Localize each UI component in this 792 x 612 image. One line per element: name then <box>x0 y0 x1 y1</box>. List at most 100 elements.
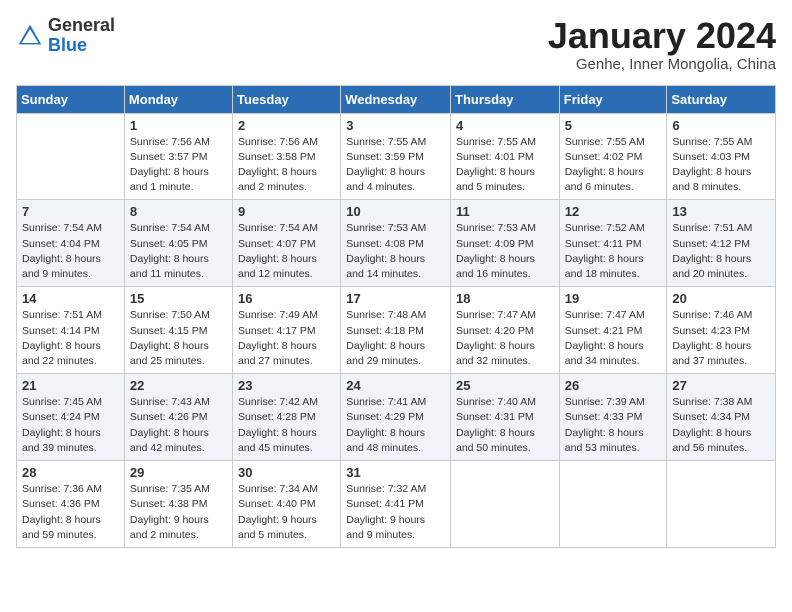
day-info: Sunrise: 7:36 AM Sunset: 4:36 PM Dayligh… <box>22 482 119 543</box>
day-number: 10 <box>346 204 445 219</box>
day-info: Sunrise: 7:32 AM Sunset: 4:41 PM Dayligh… <box>346 482 445 543</box>
day-number: 2 <box>238 118 335 133</box>
day-info: Sunrise: 7:55 AM Sunset: 3:59 PM Dayligh… <box>346 135 445 196</box>
calendar-cell: 20 Sunrise: 7:46 AM Sunset: 4:23 PM Dayli… <box>667 287 776 374</box>
calendar-cell: 29 Sunrise: 7:35 AM Sunset: 4:38 PM Dayli… <box>124 461 232 548</box>
day-number: 22 <box>130 378 227 393</box>
title-block: January 2024 Genhe, Inner Mongolia, Chin… <box>548 16 776 73</box>
day-number: 13 <box>672 204 770 219</box>
calendar-cell: 24Sunrise: 7:41 AM Sunset: 4:29 PM Dayli… <box>341 374 451 461</box>
calendar-cell <box>667 461 776 548</box>
calendar-cell: 1 Sunrise: 7:56 AM Sunset: 3:57 PM Daylig… <box>124 113 232 200</box>
calendar-cell: 27Sunrise: 7:38 AM Sunset: 4:34 PM Dayli… <box>667 374 776 461</box>
day-info: Sunrise: 7:46 AM Sunset: 4:23 PM Dayligh… <box>672 308 770 369</box>
day-info: Sunrise: 7:39 AM Sunset: 4:33 PM Dayligh… <box>565 395 662 456</box>
day-info: Sunrise: 7:50 AM Sunset: 4:15 PM Dayligh… <box>130 308 227 369</box>
calendar-cell: 8Sunrise: 7:54 AM Sunset: 4:05 PM Daylig… <box>124 200 232 287</box>
day-info: Sunrise: 7:56 AM Sunset: 3:57 PM Dayligh… <box>130 135 227 196</box>
day-number: 11 <box>456 204 554 219</box>
day-info: Sunrise: 7:54 AM Sunset: 4:07 PM Dayligh… <box>238 221 335 282</box>
calendar-cell: 14 Sunrise: 7:51 AM Sunset: 4:14 PM Dayli… <box>17 287 125 374</box>
day-number: 17 <box>346 291 445 306</box>
calendar-cell: 28Sunrise: 7:36 AM Sunset: 4:36 PM Dayli… <box>17 461 125 548</box>
calendar-cell: 5Sunrise: 7:55 AM Sunset: 4:02 PM Daylig… <box>559 113 667 200</box>
calendar-cell: 21 Sunrise: 7:45 AM Sunset: 4:24 PM Dayli… <box>17 374 125 461</box>
day-info: Sunrise: 7:51 AM Sunset: 4:12 PM Dayligh… <box>672 221 770 282</box>
day-header-monday: Monday <box>124 85 232 113</box>
calendar-cell: 3Sunrise: 7:55 AM Sunset: 3:59 PM Daylig… <box>341 113 451 200</box>
week-row-3: 14 Sunrise: 7:51 AM Sunset: 4:14 PM Dayli… <box>17 287 776 374</box>
day-header-sunday: Sunday <box>17 85 125 113</box>
calendar-cell: 12 Sunrise: 7:52 AM Sunset: 4:11 PM Dayli… <box>559 200 667 287</box>
day-info: Sunrise: 7:49 AM Sunset: 4:17 PM Dayligh… <box>238 308 335 369</box>
day-info: Sunrise: 7:55 AM Sunset: 4:02 PM Dayligh… <box>565 135 662 196</box>
day-number: 6 <box>672 118 770 133</box>
day-number: 29 <box>130 465 227 480</box>
calendar-cell: 30 Sunrise: 7:34 AM Sunset: 4:40 PM Dayli… <box>233 461 341 548</box>
calendar-title: January 2024 <box>548 16 776 56</box>
calendar-cell: 22 Sunrise: 7:43 AM Sunset: 4:26 PM Dayli… <box>124 374 232 461</box>
calendar-cell: 16 Sunrise: 7:49 AM Sunset: 4:17 PM Dayli… <box>233 287 341 374</box>
day-header-tuesday: Tuesday <box>233 85 341 113</box>
day-number: 14 <box>22 291 119 306</box>
day-info: Sunrise: 7:40 AM Sunset: 4:31 PM Dayligh… <box>456 395 554 456</box>
week-row-1: 1 Sunrise: 7:56 AM Sunset: 3:57 PM Daylig… <box>17 113 776 200</box>
calendar-cell: 9Sunrise: 7:54 AM Sunset: 4:07 PM Daylig… <box>233 200 341 287</box>
day-info: Sunrise: 7:43 AM Sunset: 4:26 PM Dayligh… <box>130 395 227 456</box>
day-header-wednesday: Wednesday <box>341 85 451 113</box>
day-info: Sunrise: 7:51 AM Sunset: 4:14 PM Dayligh… <box>22 308 119 369</box>
day-info: Sunrise: 7:35 AM Sunset: 4:38 PM Dayligh… <box>130 482 227 543</box>
day-number: 25 <box>456 378 554 393</box>
day-info: Sunrise: 7:54 AM Sunset: 4:04 PM Dayligh… <box>22 221 119 282</box>
day-info: Sunrise: 7:48 AM Sunset: 4:18 PM Dayligh… <box>346 308 445 369</box>
day-header-thursday: Thursday <box>451 85 560 113</box>
day-header-saturday: Saturday <box>667 85 776 113</box>
day-number: 12 <box>565 204 662 219</box>
day-number: 20 <box>672 291 770 306</box>
day-info: Sunrise: 7:55 AM Sunset: 4:01 PM Dayligh… <box>456 135 554 196</box>
day-number: 26 <box>565 378 662 393</box>
day-info: Sunrise: 7:41 AM Sunset: 4:29 PM Dayligh… <box>346 395 445 456</box>
day-number: 4 <box>456 118 554 133</box>
day-number: 15 <box>130 291 227 306</box>
calendar-cell: 19Sunrise: 7:47 AM Sunset: 4:21 PM Dayli… <box>559 287 667 374</box>
calendar-cell <box>17 113 125 200</box>
day-number: 1 <box>130 118 227 133</box>
day-number: 8 <box>130 204 227 219</box>
logo-icon <box>16 22 44 50</box>
day-header-friday: Friday <box>559 85 667 113</box>
calendar-cell: 10 Sunrise: 7:53 AM Sunset: 4:08 PM Dayli… <box>341 200 451 287</box>
calendar-cell: 25 Sunrise: 7:40 AM Sunset: 4:31 PM Dayli… <box>451 374 560 461</box>
calendar-cell: 26 Sunrise: 7:39 AM Sunset: 4:33 PM Dayli… <box>559 374 667 461</box>
calendar-cell: 31 Sunrise: 7:32 AM Sunset: 4:41 PM Dayli… <box>341 461 451 548</box>
day-info: Sunrise: 7:56 AM Sunset: 3:58 PM Dayligh… <box>238 135 335 196</box>
day-info: Sunrise: 7:53 AM Sunset: 4:08 PM Dayligh… <box>346 221 445 282</box>
page-header: General Blue January 2024 Genhe, Inner M… <box>16 16 776 73</box>
day-info: Sunrise: 7:55 AM Sunset: 4:03 PM Dayligh… <box>672 135 770 196</box>
day-info: Sunrise: 7:47 AM Sunset: 4:20 PM Dayligh… <box>456 308 554 369</box>
week-row-4: 21 Sunrise: 7:45 AM Sunset: 4:24 PM Dayli… <box>17 374 776 461</box>
calendar-table: SundayMondayTuesdayWednesdayThursdayFrid… <box>16 85 776 548</box>
calendar-cell: 11 Sunrise: 7:53 AM Sunset: 4:09 PM Dayli… <box>451 200 560 287</box>
header-row: SundayMondayTuesdayWednesdayThursdayFrid… <box>17 85 776 113</box>
week-row-2: 7Sunrise: 7:54 AM Sunset: 4:04 PM Daylig… <box>17 200 776 287</box>
calendar-cell: 18 Sunrise: 7:47 AM Sunset: 4:20 PM Dayli… <box>451 287 560 374</box>
day-number: 27 <box>672 378 770 393</box>
calendar-cell: 15 Sunrise: 7:50 AM Sunset: 4:15 PM Dayli… <box>124 287 232 374</box>
day-info: Sunrise: 7:45 AM Sunset: 4:24 PM Dayligh… <box>22 395 119 456</box>
day-info: Sunrise: 7:34 AM Sunset: 4:40 PM Dayligh… <box>238 482 335 543</box>
logo: General Blue <box>16 16 115 56</box>
day-number: 31 <box>346 465 445 480</box>
day-number: 16 <box>238 291 335 306</box>
day-info: Sunrise: 7:47 AM Sunset: 4:21 PM Dayligh… <box>565 308 662 369</box>
day-number: 23 <box>238 378 335 393</box>
day-number: 30 <box>238 465 335 480</box>
day-number: 18 <box>456 291 554 306</box>
day-info: Sunrise: 7:53 AM Sunset: 4:09 PM Dayligh… <box>456 221 554 282</box>
logo-text: General Blue <box>48 16 115 56</box>
day-info: Sunrise: 7:52 AM Sunset: 4:11 PM Dayligh… <box>565 221 662 282</box>
calendar-cell: 7Sunrise: 7:54 AM Sunset: 4:04 PM Daylig… <box>17 200 125 287</box>
calendar-cell: 2 Sunrise: 7:56 AM Sunset: 3:58 PM Daylig… <box>233 113 341 200</box>
day-number: 21 <box>22 378 119 393</box>
calendar-cell: 17 Sunrise: 7:48 AM Sunset: 4:18 PM Dayli… <box>341 287 451 374</box>
